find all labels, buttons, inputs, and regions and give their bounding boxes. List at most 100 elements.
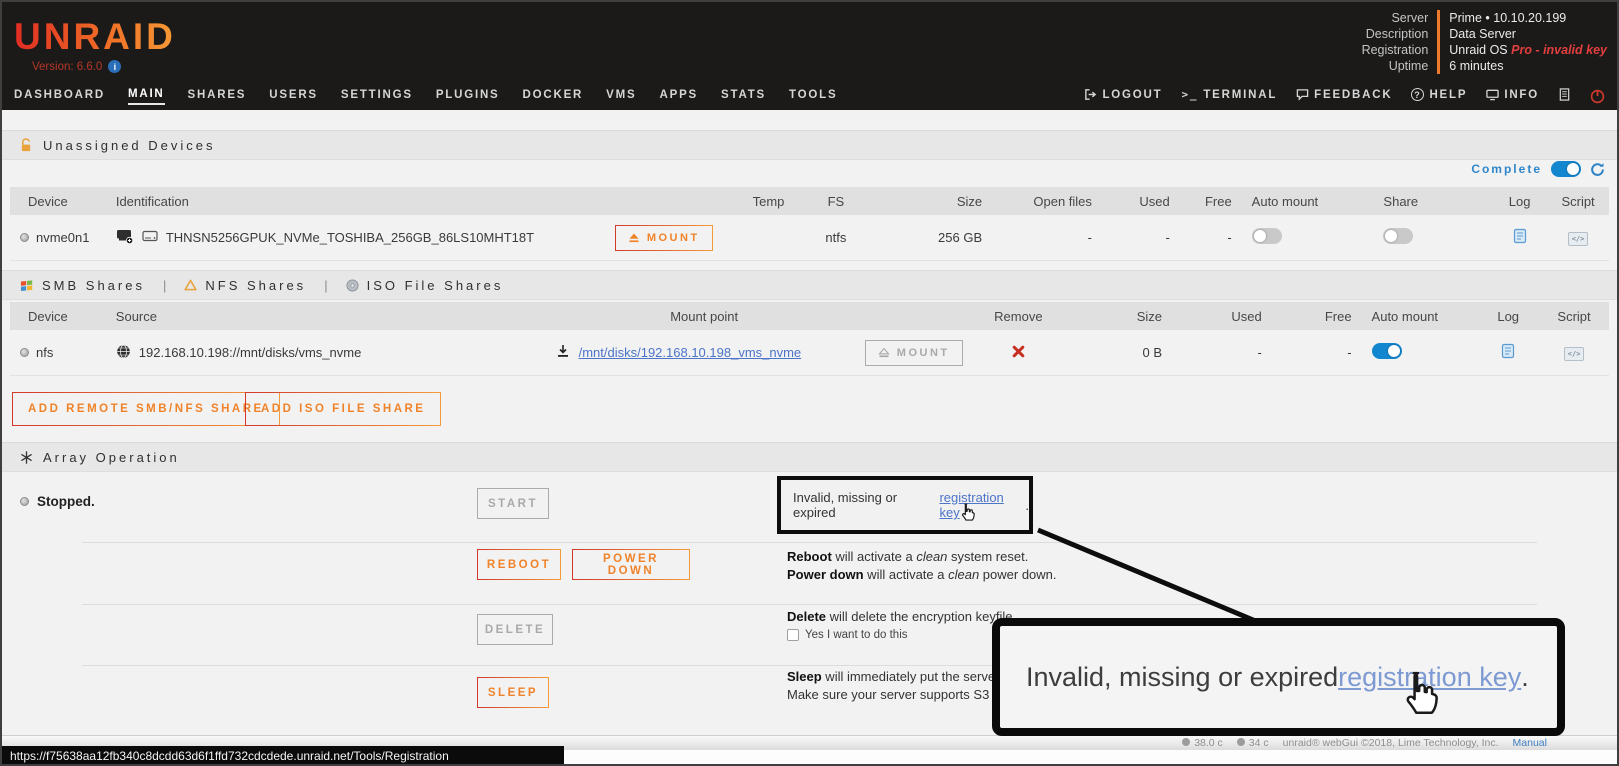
share-source: 192.168.10.198://mnt/disks/vms_nvme [139, 345, 362, 360]
help-icon: ? [1411, 88, 1424, 101]
tab-nfs-shares[interactable]: NFS Shares [184, 278, 306, 293]
nav-item-dashboard[interactable]: DASHBOARD [14, 89, 105, 104]
add-remote-smb-nfs-share-button[interactable]: ADD REMOTE SMB/NFS SHARE [12, 392, 280, 426]
version-info-icon[interactable]: i [108, 60, 121, 73]
mount-point-cell: /mnt/disks/192.168.10.198_vms_nvme [550, 344, 859, 361]
script-cell: </> [1539, 344, 1609, 361]
nav-item-help[interactable]: ? HELP [1411, 88, 1467, 104]
status-url: https://f75638aa12fb340c8dcdd63d6f1ffd73… [10, 749, 449, 763]
col-remove: Remove [969, 309, 1069, 324]
log-document-icon [1558, 88, 1571, 101]
mount-cell: MOUNT [859, 340, 969, 366]
hdd-add-icon[interactable] [116, 228, 134, 247]
remote-shares-table: Device Source Mount point Remove Size Us… [10, 302, 1609, 376]
col-source: Source [110, 309, 550, 324]
mount-cell: MOUNT [609, 225, 739, 251]
section-title: Unassigned Devices [43, 138, 216, 153]
nav-item-shares[interactable]: SHARES [188, 89, 247, 104]
script-cell: </> [1547, 229, 1609, 246]
col-temp: Temp [739, 194, 799, 209]
nav-item-apps[interactable]: APPS [660, 89, 699, 104]
start-button[interactable]: START [477, 488, 549, 519]
nav-item-log[interactable] [1558, 88, 1571, 104]
reboot-description: Reboot will activate a clean system rese… [787, 548, 1057, 584]
script-icon[interactable]: </> [1568, 232, 1589, 246]
device-cell: nfs [10, 345, 110, 360]
identification-cell: THNSN5256GPUK_NVMe_TOSHIBA_256GB_86LS10M… [110, 228, 609, 247]
nav-item-terminal[interactable]: >_ TERMINAL [1181, 88, 1277, 104]
main-nav: DASHBOARD MAIN SHARES USERS SETTINGS PLU… [2, 82, 1617, 110]
nav-item-vms[interactable]: VMS [606, 89, 636, 104]
table-header-row: Device Source Mount point Remove Size Us… [10, 302, 1609, 330]
col-auto-mount: Auto mount [1358, 309, 1478, 324]
nav-item-logout[interactable]: LOGOUT [1084, 88, 1162, 104]
tab-separator: | [324, 278, 327, 293]
nav-item-docker[interactable]: DOCKER [523, 89, 584, 104]
registration-warning-callout: Invalid, missing or expired registration… [777, 476, 1033, 534]
sleep-description: Sleep will immediately put the server in… [787, 668, 1017, 704]
tab-smb-shares[interactable]: SMB Shares [20, 278, 145, 293]
windows-smb-icon [20, 279, 34, 292]
nav-item-feedback[interactable]: FEEDBACK [1296, 88, 1392, 104]
reboot-button[interactable]: REBOOT [477, 549, 561, 580]
complete-label[interactable]: Complete [1471, 162, 1542, 176]
version-row: Version: 6.6.0 i [32, 60, 121, 73]
status-url-bar: https://f75638aa12fb340c8dcdd63d6f1ffd73… [2, 746, 564, 765]
script-icon[interactable]: </> [1564, 347, 1585, 361]
footer-copyright: unraid® webGui ©2018, Lime Technology, I… [1283, 737, 1499, 749]
globe-icon [116, 344, 131, 362]
auto-mount-toggle[interactable] [1372, 343, 1402, 359]
nav-item-info[interactable]: INFO [1486, 88, 1539, 104]
fs-cell: ntfs [798, 230, 873, 245]
section-unassigned-devices: Unassigned Devices [2, 130, 1617, 160]
tab-iso-file-shares[interactable]: ISO File Shares [346, 278, 504, 293]
nfs-triangle-icon [184, 279, 197, 291]
server-info-value: Prime • 10.10.20.199 [1437, 10, 1607, 26]
nav-item-users[interactable]: USERS [269, 89, 318, 104]
nav-item-main[interactable]: MAIN [128, 88, 165, 105]
mount-button[interactable]: MOUNT [615, 225, 713, 251]
col-device: Device [10, 194, 110, 209]
logout-icon [1084, 88, 1097, 101]
add-iso-file-share-button[interactable]: ADD ISO FILE SHARE [245, 392, 441, 426]
used-cell: - [1098, 230, 1176, 245]
col-log: Log [1492, 194, 1547, 209]
alert-power-icon[interactable] [1590, 89, 1605, 104]
download-icon[interactable] [556, 344, 570, 361]
eject-icon [628, 233, 640, 243]
free-cell: - [1268, 345, 1358, 360]
remove-cell [969, 345, 1069, 361]
share-toggle[interactable] [1383, 228, 1413, 244]
refresh-icon[interactable] [1590, 162, 1605, 177]
col-script: Script [1539, 309, 1609, 324]
unraid-logo: UNRAID [14, 16, 176, 58]
registration-key-link[interactable]: registration key [939, 490, 1025, 520]
auto-mount-cell [1238, 228, 1378, 247]
log-icon[interactable] [1501, 343, 1515, 359]
sleep-button[interactable]: SLEEP [477, 677, 549, 708]
array-status: Stopped. [20, 494, 95, 509]
padlock-icon [20, 138, 33, 153]
nav-item-settings[interactable]: SETTINGS [341, 89, 413, 104]
nav-item-tools[interactable]: TOOLS [789, 89, 837, 104]
auto-mount-toggle[interactable] [1252, 228, 1282, 244]
server-info-value: Unraid OS Pro - invalid key [1437, 42, 1607, 58]
remove-x-icon[interactable] [1012, 345, 1025, 358]
mount-button-disabled[interactable]: MOUNT [865, 340, 963, 366]
free-cell: - [1176, 230, 1238, 245]
log-icon[interactable] [1513, 228, 1527, 244]
col-free: Free [1176, 194, 1238, 209]
nav-item-plugins[interactable]: PLUGINS [436, 89, 500, 104]
mount-point-link[interactable]: /mnt/disks/192.168.10.198_vms_nvme [579, 345, 802, 360]
header: UNRAID Version: 6.6.0 i Server Prime • 1… [2, 2, 1617, 110]
cursor-hand-icon [1398, 670, 1442, 720]
server-info-label: Description [1362, 26, 1438, 42]
delete-button[interactable]: DELETE [477, 614, 553, 645]
server-info-label: Registration [1362, 42, 1438, 58]
col-share: Share [1377, 194, 1492, 209]
power-down-button[interactable]: POWER DOWN [572, 549, 690, 580]
manual-link[interactable]: Manual [1513, 737, 1547, 749]
nav-item-stats[interactable]: STATS [721, 89, 766, 104]
delete-confirm-checkbox[interactable] [787, 629, 799, 641]
complete-toggle[interactable] [1551, 161, 1581, 177]
